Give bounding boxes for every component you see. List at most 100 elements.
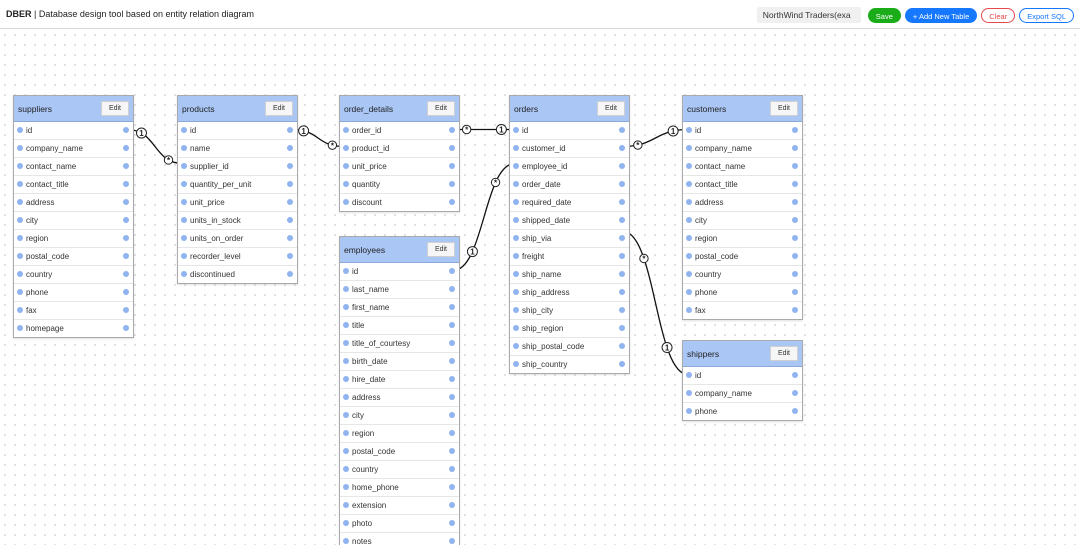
field-row[interactable]: units_on_order bbox=[178, 230, 297, 248]
field-row[interactable]: first_name bbox=[340, 299, 459, 317]
connector-dot-right[interactable] bbox=[123, 163, 129, 169]
connector-dot-right[interactable] bbox=[123, 127, 129, 133]
table-products[interactable]: products Edit id name supplier_id quantity_pe… bbox=[177, 95, 298, 284]
diagram-canvas[interactable]: 1 * 1 * * 1 1 * * 1 * 1 suppliers Edit id company_name… bbox=[0, 30, 1080, 545]
connector-dot-left[interactable] bbox=[513, 253, 519, 259]
edit-table-button[interactable]: Edit bbox=[264, 101, 293, 116]
connector-dot-left[interactable] bbox=[686, 307, 692, 313]
connector-dot-left[interactable] bbox=[513, 217, 519, 223]
connector-dot-left[interactable] bbox=[181, 145, 187, 151]
field-row[interactable]: birth_date bbox=[340, 353, 459, 371]
connector-dot-left[interactable] bbox=[686, 289, 692, 295]
table-suppliers[interactable]: suppliers Edit id company_name contact_name c… bbox=[13, 95, 134, 338]
connector-dot-left[interactable] bbox=[343, 145, 349, 151]
connector-dot-right[interactable] bbox=[792, 217, 798, 223]
connector-dot-left[interactable] bbox=[686, 253, 692, 259]
connector-dot-right[interactable] bbox=[123, 271, 129, 277]
connector-dot-right[interactable] bbox=[449, 181, 455, 187]
field-row[interactable]: employee_id bbox=[510, 158, 629, 176]
connector-dot-left[interactable] bbox=[686, 235, 692, 241]
connector-dot-left[interactable] bbox=[343, 502, 349, 508]
add-table-button[interactable]: + Add New Table bbox=[904, 7, 978, 23]
field-row[interactable]: ship_via bbox=[510, 230, 629, 248]
connector-dot-right[interactable] bbox=[792, 127, 798, 133]
connector-dot-right[interactable] bbox=[449, 340, 455, 346]
connector-dot-left[interactable] bbox=[181, 217, 187, 223]
connector-dot-right[interactable] bbox=[449, 268, 455, 274]
connector-dot-left[interactable] bbox=[181, 127, 187, 133]
connector-dot-right[interactable] bbox=[449, 199, 455, 205]
field-row[interactable]: units_in_stock bbox=[178, 212, 297, 230]
connector-dot-right[interactable] bbox=[449, 358, 455, 364]
export-sql-button[interactable]: Export SQL bbox=[1019, 7, 1074, 23]
field-row[interactable]: recorder_level bbox=[178, 248, 297, 266]
connector-dot-right[interactable] bbox=[792, 235, 798, 241]
connector-dot-right[interactable] bbox=[619, 289, 625, 295]
edit-table-button[interactable]: Edit bbox=[426, 242, 455, 257]
connector-dot-right[interactable] bbox=[619, 217, 625, 223]
connector-dot-right[interactable] bbox=[123, 325, 129, 331]
connector-dot-right[interactable] bbox=[123, 307, 129, 313]
connector-dot-left[interactable] bbox=[343, 448, 349, 454]
connector-dot-right[interactable] bbox=[619, 181, 625, 187]
connector-dot-right[interactable] bbox=[449, 286, 455, 292]
connector-dot-right[interactable] bbox=[619, 253, 625, 259]
connector-dot-left[interactable] bbox=[513, 181, 519, 187]
connector-dot-right[interactable] bbox=[449, 412, 455, 418]
connector-dot-right[interactable] bbox=[449, 322, 455, 328]
connector-dot-left[interactable] bbox=[686, 199, 692, 205]
field-row[interactable]: extension bbox=[340, 497, 459, 515]
connector-dot-right[interactable] bbox=[619, 307, 625, 313]
connector-dot-left[interactable] bbox=[17, 307, 23, 313]
field-row[interactable]: notes bbox=[340, 533, 459, 545]
connector-dot-right[interactable] bbox=[287, 163, 293, 169]
field-row[interactable]: ship_city bbox=[510, 302, 629, 320]
connector-dot-left[interactable] bbox=[513, 199, 519, 205]
field-row[interactable]: freight bbox=[510, 248, 629, 266]
field-row[interactable]: id bbox=[340, 263, 459, 281]
connector-dot-right[interactable] bbox=[449, 145, 455, 151]
field-row[interactable]: city bbox=[340, 407, 459, 425]
connector-dot-right[interactable] bbox=[619, 235, 625, 241]
connector-dot-left[interactable] bbox=[181, 199, 187, 205]
field-row[interactable]: contact_name bbox=[14, 158, 133, 176]
connector-dot-right[interactable] bbox=[792, 390, 798, 396]
field-row[interactable]: unit_price bbox=[178, 194, 297, 212]
connector-dot-right[interactable] bbox=[123, 217, 129, 223]
field-row[interactable]: fax bbox=[14, 302, 133, 320]
field-row[interactable]: unit_price bbox=[340, 158, 459, 176]
field-row[interactable]: order_id bbox=[340, 122, 459, 140]
connector-dot-left[interactable] bbox=[686, 408, 692, 414]
field-row[interactable]: id bbox=[510, 122, 629, 140]
field-row[interactable]: country bbox=[340, 461, 459, 479]
connector-dot-left[interactable] bbox=[181, 163, 187, 169]
field-row[interactable]: title bbox=[340, 317, 459, 335]
connector-dot-right[interactable] bbox=[449, 466, 455, 472]
connector-dot-left[interactable] bbox=[181, 271, 187, 277]
field-row[interactable]: name bbox=[178, 140, 297, 158]
connector-dot-right[interactable] bbox=[123, 253, 129, 259]
edit-table-button[interactable]: Edit bbox=[100, 101, 129, 116]
field-row[interactable]: home_phone bbox=[340, 479, 459, 497]
connector-dot-right[interactable] bbox=[287, 235, 293, 241]
connector-dot-right[interactable] bbox=[792, 372, 798, 378]
connector-dot-right[interactable] bbox=[619, 163, 625, 169]
field-row[interactable]: quantity_per_unit bbox=[178, 176, 297, 194]
field-row[interactable]: quantity bbox=[340, 176, 459, 194]
connector-dot-left[interactable] bbox=[343, 520, 349, 526]
connector-dot-right[interactable] bbox=[449, 448, 455, 454]
connector-dot-right[interactable] bbox=[123, 181, 129, 187]
connector-dot-left[interactable] bbox=[513, 145, 519, 151]
connector-dot-left[interactable] bbox=[513, 307, 519, 313]
field-row[interactable]: phone bbox=[683, 284, 802, 302]
field-row[interactable]: id bbox=[178, 122, 297, 140]
save-button[interactable]: Save bbox=[867, 7, 901, 23]
field-row[interactable]: shipped_date bbox=[510, 212, 629, 230]
field-row[interactable]: company_name bbox=[14, 140, 133, 158]
connector-dot-left[interactable] bbox=[17, 199, 23, 205]
connector-dot-right[interactable] bbox=[619, 127, 625, 133]
connector-dot-right[interactable] bbox=[792, 271, 798, 277]
connector-dot-right[interactable] bbox=[449, 304, 455, 310]
field-row[interactable]: discontinued bbox=[178, 266, 297, 283]
connector-dot-left[interactable] bbox=[343, 412, 349, 418]
